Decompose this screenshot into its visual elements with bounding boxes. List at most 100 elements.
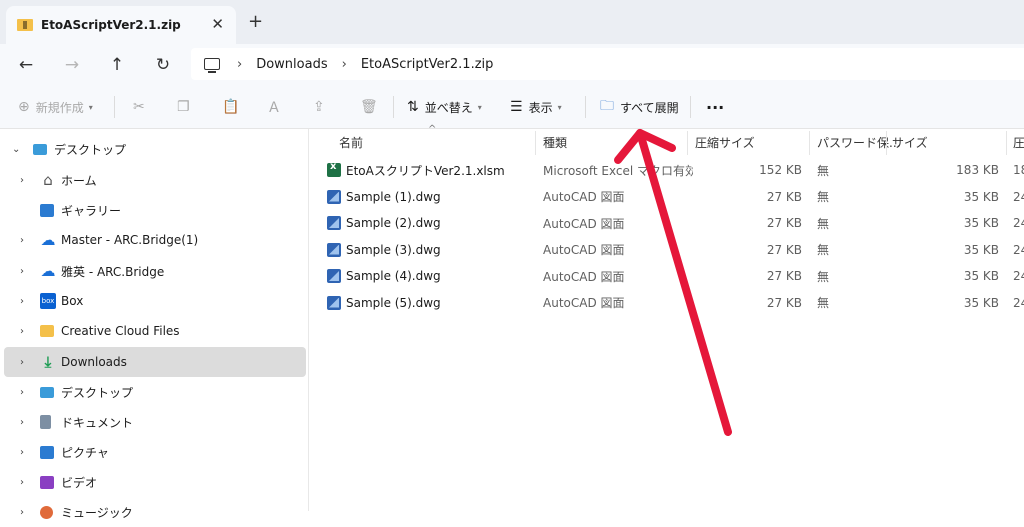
cell-password: 無 (817, 237, 877, 263)
cell-password: 無 (817, 210, 877, 236)
chevron-right-icon[interactable]: › (20, 447, 24, 458)
back-button[interactable]: ← (13, 52, 39, 78)
extract-folder-icon: 🗀 (600, 98, 614, 114)
up-button[interactable]: ↑ (104, 52, 130, 78)
ratio-text: 24 (1013, 269, 1024, 283)
column-divider[interactable] (1006, 131, 1007, 155)
share-button[interactable]: ⇪ (313, 86, 331, 128)
sidebar-item-videos[interactable]: › ビデオ (4, 467, 306, 497)
onedrive-icon: ☁ (40, 231, 56, 249)
cell-ratio: 24 (1013, 263, 1024, 289)
breadcrumb-separator[interactable]: › (237, 57, 242, 72)
sidebar-item-label: デスクトップ (61, 385, 134, 400)
view-list-icon: ☰ (510, 99, 523, 115)
table-row[interactable]: Sample (4).dwg AutoCAD 図面 27 KB 無 35 KB 24 (321, 263, 1024, 289)
dwg-file-icon (327, 242, 341, 257)
column-header-ratio[interactable]: 圧 (1013, 129, 1024, 155)
column-divider[interactable] (886, 131, 887, 155)
cell-compressed: 27 KB (695, 237, 802, 263)
chevron-right-icon[interactable]: › (20, 296, 24, 307)
music-icon (40, 505, 53, 519)
paste-button[interactable]: 📋 (222, 86, 245, 128)
cell-compressed: 27 KB (695, 290, 802, 316)
sidebar-item-music[interactable]: › ミュージック (4, 497, 306, 527)
cell-password: 無 (817, 184, 877, 210)
downloads-icon: ⤓ (44, 353, 52, 371)
name-text: Sample (1).dwg (346, 189, 441, 204)
chevron-right-icon[interactable]: › (20, 357, 24, 368)
sidebar-item-desktop[interactable]: › デスクトップ (4, 377, 306, 407)
desktop-icon (40, 386, 54, 398)
sidebar-item-onedrive-masahide[interactable]: › ☁ 雅英 - ARC.Bridge (4, 256, 306, 286)
chevron-right-icon[interactable]: › (20, 387, 24, 398)
sidebar-item-gallery[interactable]: ギャラリー (4, 195, 306, 225)
column-header-password[interactable]: パスワード保... (817, 129, 900, 155)
sidebar-item-pictures[interactable]: › ピクチャ (4, 437, 306, 467)
breadcrumb-separator[interactable]: › (342, 57, 347, 72)
chevron-down-icon[interactable]: ⌄ (12, 144, 20, 155)
forward-button[interactable]: → (59, 52, 85, 78)
cell-size: 183 KB (892, 157, 999, 183)
chevron-right-icon[interactable]: › (20, 235, 24, 246)
column-header-name[interactable]: 名前 (339, 129, 363, 155)
new-label: 新規作成 (35, 100, 84, 115)
address-bar[interactable]: › Downloads › EtoAScriptVer2.1.zip (191, 48, 1024, 80)
cell-name: EtoAスクリプトVer2.1.xlsm (327, 157, 547, 183)
table-row[interactable]: Sample (1).dwg AutoCAD 図面 27 KB 無 35 KB 24 (321, 184, 1024, 210)
sidebar-item-desktop-root[interactable]: ⌄ デスクトップ (4, 134, 306, 164)
copy-button[interactable]: ❐ (177, 86, 196, 128)
refresh-button[interactable]: ↻ (150, 52, 176, 78)
sidebar-item-label: デスクトップ (54, 142, 127, 157)
sidebar-item-home[interactable]: › ⌂ ホーム (4, 165, 306, 195)
documents-icon (40, 415, 51, 429)
ratio-text: 24 (1013, 295, 1024, 310)
compressed-text: 27 KB (766, 269, 802, 283)
column-header-size[interactable]: サイズ (892, 129, 928, 155)
sidebar-item-documents[interactable]: › ドキュメント (4, 407, 306, 437)
command-bar: ⊕ 新規作成 ▾ ✂ ❐ 📋 Ａ ⇪ 🗑 ⇅ 並べ替え ▾ ☰ 表示 ▾ 🗀 す… (0, 86, 1024, 129)
new-tab-button[interactable]: + (248, 11, 263, 32)
rename-button[interactable]: Ａ (267, 86, 287, 128)
close-tab-icon[interactable]: ✕ (211, 15, 224, 33)
toolbar-divider (585, 96, 586, 118)
chevron-right-icon[interactable]: › (20, 417, 24, 428)
sidebar-item-onedrive-master[interactable]: › ☁ Master - ARC.Bridge(1) (4, 225, 306, 255)
cell-type: AutoCAD 図面 (543, 237, 693, 263)
cell-size: 35 KB (892, 263, 999, 289)
column-header-type[interactable]: 種類 (543, 129, 567, 155)
password-text: 無 (817, 216, 830, 231)
table-row[interactable]: Sample (2).dwg AutoCAD 図面 27 KB 無 35 KB 24 (321, 210, 1024, 236)
column-divider[interactable] (535, 131, 536, 155)
column-divider[interactable] (809, 131, 810, 155)
sidebar-item-box[interactable]: › box Box (4, 286, 306, 316)
cell-ratio: 18 (1013, 157, 1024, 183)
column-divider[interactable] (687, 131, 688, 155)
window-tab[interactable]: EtoAScriptVer2.1.zip ✕ (6, 6, 236, 44)
extract-all-button[interactable]: 🗀 すべて展開 (600, 86, 679, 128)
navigation-pane: ⌄ デスクトップ › ⌂ ホーム ギャラリー › ☁ Master - ARC.… (0, 129, 309, 520)
chevron-right-icon[interactable]: › (20, 266, 24, 277)
more-options-button[interactable]: ··· (706, 86, 724, 128)
new-button[interactable]: ⊕ 新規作成 ▾ (18, 86, 93, 128)
cut-button[interactable]: ✂ (133, 86, 151, 128)
pc-icon[interactable] (204, 58, 220, 73)
dwg-file-icon (327, 269, 341, 283)
chevron-right-icon[interactable]: › (20, 175, 24, 186)
column-header-compressed-size[interactable]: 圧縮サイズ (695, 129, 755, 155)
chevron-right-icon[interactable]: › (20, 477, 24, 488)
table-row[interactable]: Sample (5).dwg AutoCAD 図面 27 KB 無 35 KB 24 (321, 290, 1024, 316)
sidebar-item-downloads[interactable]: › ⤓ Downloads (4, 347, 306, 377)
name-text: EtoAスクリプトVer2.1.xlsm (346, 163, 505, 178)
breadcrumb-downloads[interactable]: Downloads (256, 57, 327, 72)
sort-button[interactable]: ⇅ 並べ替え ▾ (407, 86, 482, 128)
sidebar-item-creative-cloud[interactable]: › Creative Cloud Files (4, 316, 306, 346)
table-row[interactable]: Sample (3).dwg AutoCAD 図面 27 KB 無 35 KB 24 (321, 237, 1024, 263)
delete-button[interactable]: 🗑 (360, 86, 384, 128)
cell-ratio: 24 (1013, 210, 1024, 236)
cell-type: AutoCAD 図面 (543, 290, 693, 316)
chevron-right-icon[interactable]: › (20, 507, 24, 518)
breadcrumb-zip[interactable]: EtoAScriptVer2.1.zip (361, 57, 494, 72)
table-row[interactable]: EtoAスクリプトVer2.1.xlsm Microsoft Excel マクロ有… (321, 157, 1024, 183)
chevron-right-icon[interactable]: › (20, 326, 24, 337)
view-button[interactable]: ☰ 表示 ▾ (510, 86, 562, 128)
